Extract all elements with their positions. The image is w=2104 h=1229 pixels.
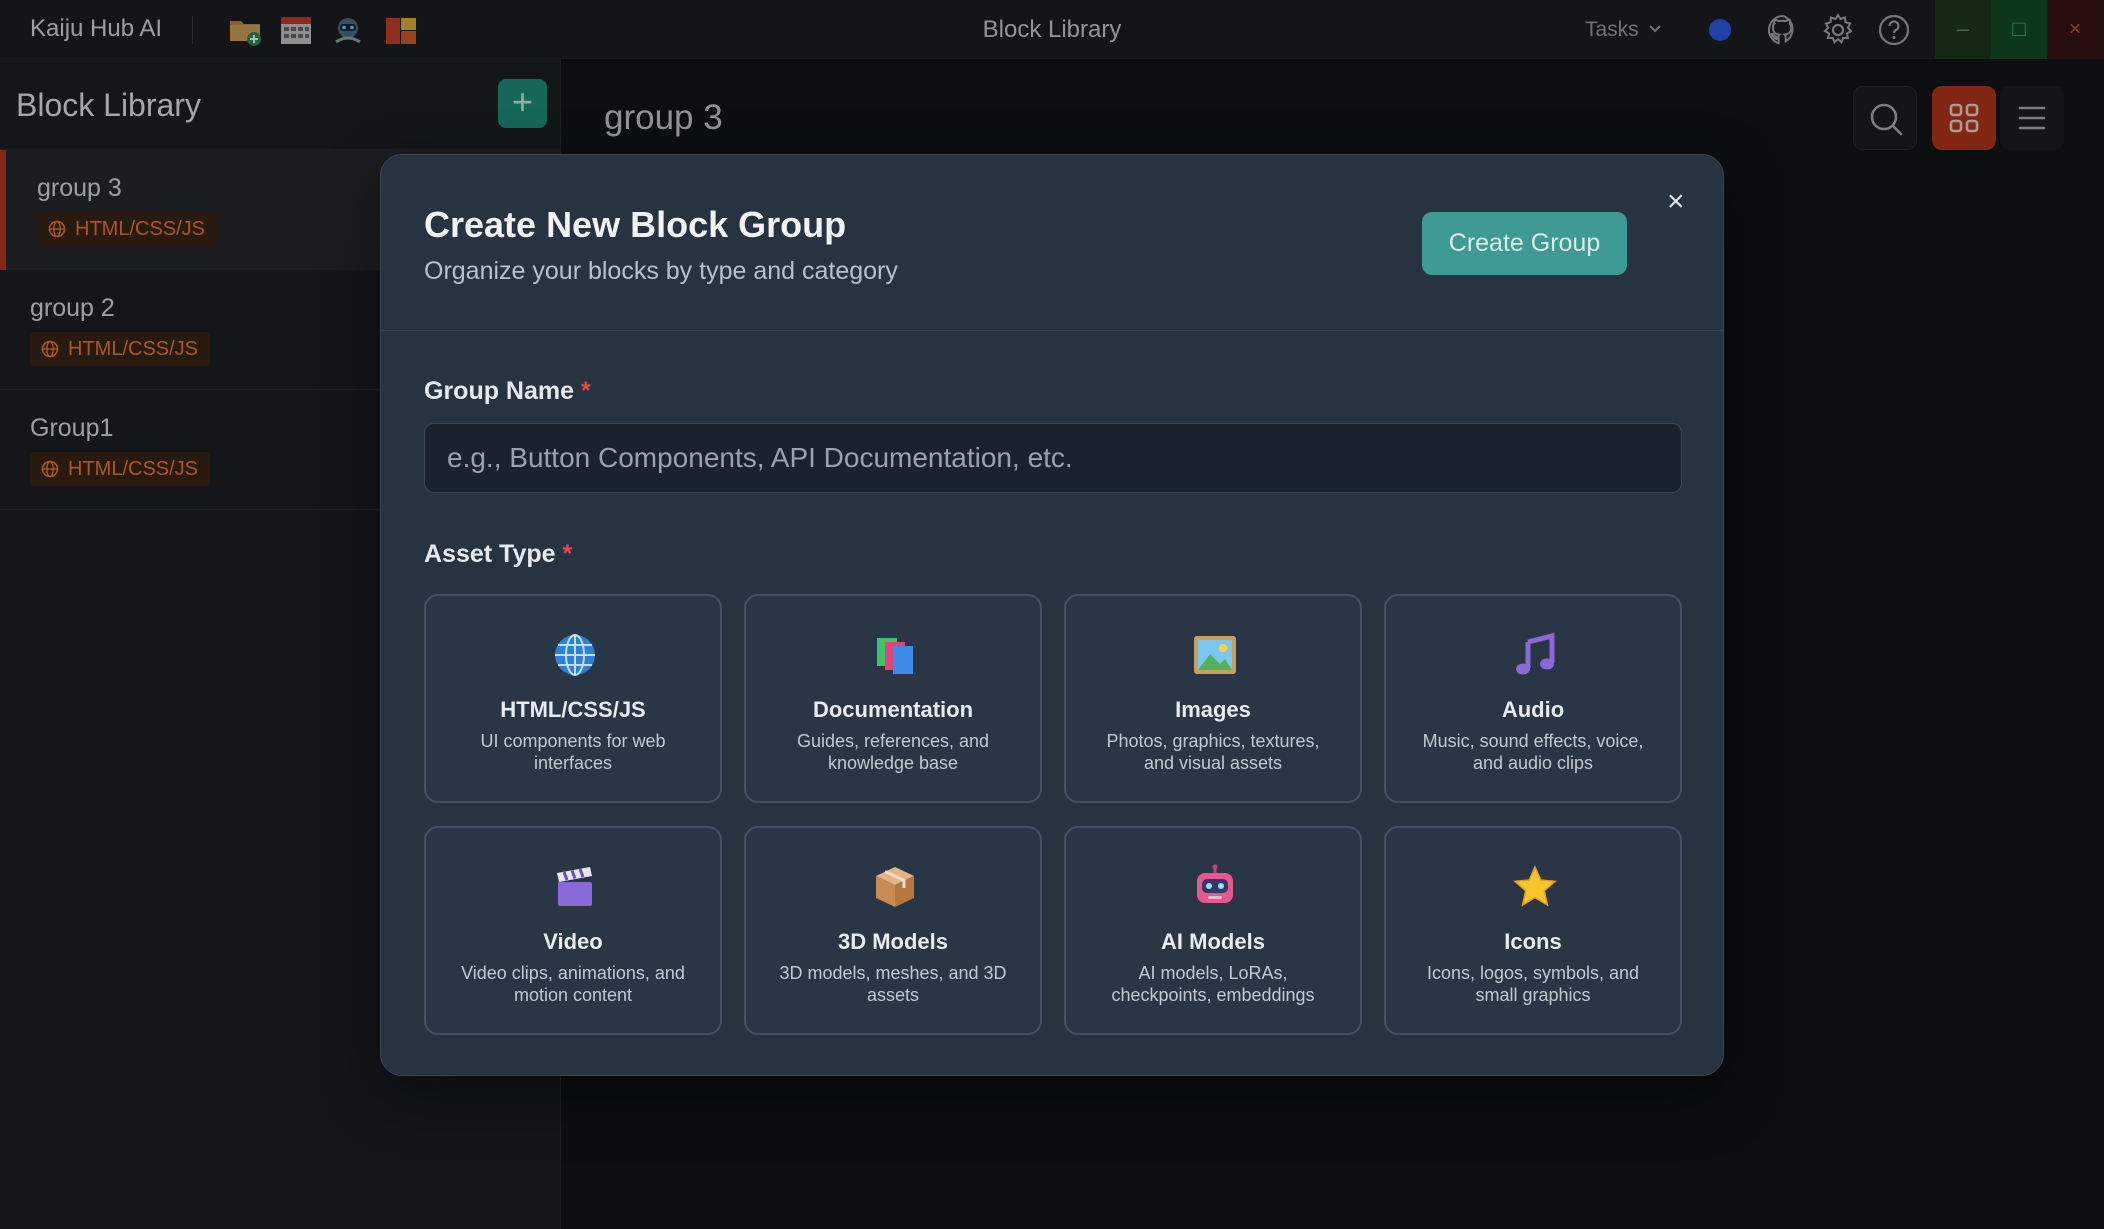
asset-type-label: Asset Type * (424, 540, 572, 569)
asset-title: Video (543, 929, 603, 954)
asset-title: Icons (1504, 929, 1562, 954)
asset-type-icons[interactable]: Icons Icons, logos, symbols, and small g… (1384, 826, 1682, 1035)
dialog-divider (381, 330, 1723, 331)
asset-type-3d-models[interactable]: 3D Models 3D models, meshes, and 3D asse… (744, 826, 1042, 1035)
create-group-button[interactable]: Create Group (1422, 212, 1627, 275)
star-icon (1513, 865, 1557, 907)
clapperboard-icon (557, 867, 592, 906)
picture-icon (1194, 636, 1236, 674)
dialog-title: Create New Block Group (424, 204, 847, 245)
asset-type-documentation[interactable]: Documentation Guides, references, and kn… (744, 594, 1042, 803)
asset-type-label-text: Asset Type (424, 540, 556, 568)
asset-desc: AI models, LoRAs, checkpoints, embedding… (1111, 963, 1315, 1005)
group-name-label: Group Name * (424, 377, 591, 406)
asset-desc: Icons, logos, symbols, and small graphic… (1426, 963, 1640, 1005)
close-icon[interactable]: × (1667, 185, 1685, 219)
documents-icon (877, 638, 913, 674)
asset-title: Audio (1501, 697, 1565, 722)
asset-type-html[interactable]: HTML/CSS/JS UI components for web interf… (424, 594, 722, 803)
package-icon (876, 867, 914, 907)
asset-title: 3D Models (837, 929, 949, 954)
music-note-icon (1516, 632, 1555, 675)
asset-type-ai-models[interactable]: AI Models AI models, LoRAs, checkpoints,… (1064, 826, 1362, 1035)
robot-face-icon (1197, 864, 1233, 903)
asset-desc: Video clips, animations, and motion cont… (461, 963, 685, 1005)
asset-title: Documentation (812, 697, 974, 722)
asset-title: Images (1175, 697, 1251, 722)
group-name-label-text: Group Name (424, 377, 575, 405)
required-mark: * (580, 377, 591, 405)
group-name-input[interactable] (424, 423, 1682, 493)
dialog-subtitle: Organize your blocks by type and categor… (424, 257, 898, 285)
asset-type-audio[interactable]: Audio Music, sound effects, voice, and a… (1384, 594, 1682, 803)
asset-desc: Guides, references, and knowledge base (796, 731, 990, 773)
asset-desc: UI components for web interfaces (480, 731, 666, 773)
asset-desc: Music, sound effects, voice, and audio c… (1422, 731, 1644, 773)
asset-desc: 3D models, meshes, and 3D assets (779, 963, 1007, 1005)
asset-type-images[interactable]: Images Photos, graphics, textures, and v… (1064, 594, 1362, 803)
globe-icon (555, 634, 595, 676)
create-group-dialog: Create New Block Group Organize your blo… (380, 154, 1724, 1076)
asset-desc: Photos, graphics, textures, and visual a… (1106, 731, 1320, 773)
asset-type-video[interactable]: Video Video clips, animations, and motio… (424, 826, 722, 1035)
required-mark: * (562, 540, 573, 568)
asset-title: AI Models (1161, 929, 1265, 954)
asset-title: HTML/CSS/JS (500, 697, 646, 722)
